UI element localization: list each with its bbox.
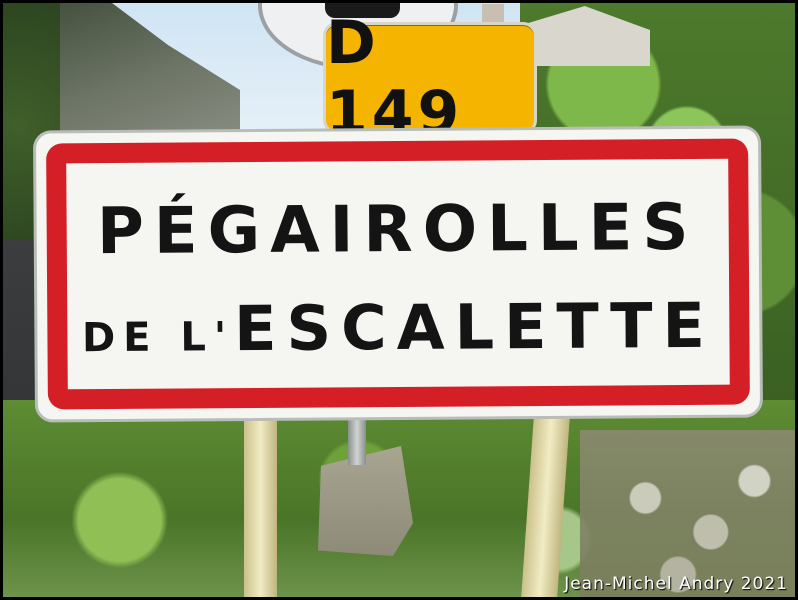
town-name-prefix: DE L': [81, 314, 235, 362]
town-name-main: ESCALETTE: [233, 288, 716, 366]
photo-scene: D 149 PÉGAIROLLES DE L'ESCALETTE Jean-Mi…: [0, 0, 798, 600]
road-number-plate: D 149: [323, 8, 537, 148]
town-sign-red-border: [46, 138, 750, 410]
photographer-watermark: Jean-Michel Andry 2021: [564, 574, 788, 594]
left-post: [244, 415, 277, 600]
town-name-line-1: PÉGAIROLLES: [96, 190, 699, 270]
town-sign: PÉGAIROLLES DE L'ESCALETTE: [32, 125, 764, 423]
town-name-line-2: DE L'ESCALETTE: [37, 288, 759, 366]
